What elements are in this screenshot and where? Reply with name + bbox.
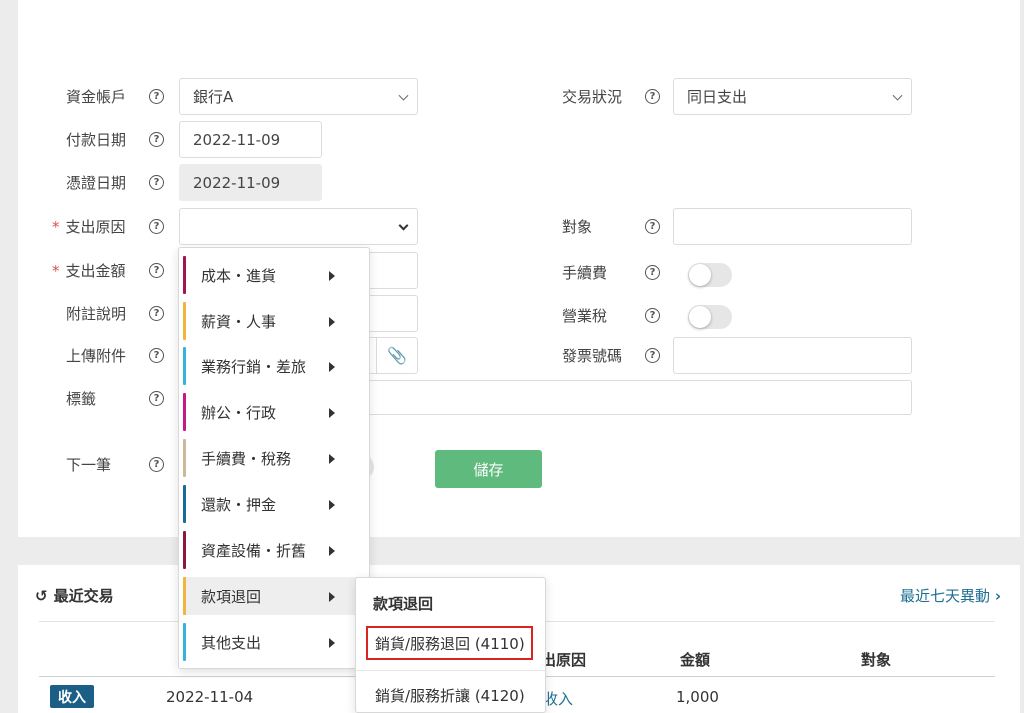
invoice-label: 發票號碼 [562,347,623,365]
pay-date-value: 2022-11-09 [193,130,281,149]
category-color-bar [183,393,186,431]
refund-submenu: 款項退回 銷貨/服務退回 (4110) 銷貨/服務折讓 (4120) [355,577,546,713]
attachment-label: 上傳附件 [66,347,127,365]
tax-label: 營業稅 [562,307,608,325]
column-header-target[interactable]: 對象 [861,649,891,670]
recent-title: ↺ 最近交易 [35,586,114,606]
type-badge: 收入 [50,685,94,708]
pay-date-input[interactable]: 2022-11-09 [179,121,322,158]
required-mark: * [52,218,60,236]
category-color-bar [183,623,186,661]
caret-right-icon [329,592,335,602]
caret-right-icon [329,454,335,464]
submenu-item-sales-allowance[interactable]: 銷貨/服務折讓 (4120) [375,685,525,706]
tags-label: 標籤 [66,390,97,408]
category-color-bar [183,485,186,523]
category-item-active[interactable]: 款項退回 [183,577,367,615]
amount-label: * 支出金額 [52,262,126,280]
category-color-bar [183,347,186,385]
category-item[interactable]: 成本・進貨 [183,256,367,294]
chevron-down-icon [398,90,409,101]
category-color-bar [183,577,186,615]
divider [356,670,545,671]
required-mark: * [52,262,60,280]
caret-right-icon [329,408,335,418]
caret-right-icon [329,271,335,281]
chevron-right-icon: › [994,587,1001,605]
voucher-date-value: 2022-11-09 [193,173,281,192]
chevron-down-icon [892,90,903,101]
tax-toggle[interactable] [688,305,732,329]
voucher-date-input: 2022-11-09 [179,164,322,201]
paperclip-icon[interactable]: 📎 [376,338,417,373]
status-select[interactable]: 同日支出 [673,78,912,115]
caret-right-icon [329,546,335,556]
help-icon[interactable]: ? [149,348,164,363]
caret-right-icon [329,500,335,510]
caret-right-icon [329,317,335,327]
category-item[interactable]: 還款・押金 [183,485,367,523]
account-select[interactable]: 銀行A [179,78,418,115]
fee-toggle[interactable] [688,263,732,287]
category-color-bar [183,302,186,340]
status-label: 交易狀況 [562,88,623,106]
help-icon[interactable]: ? [645,89,660,104]
toggle-knob [689,306,711,328]
save-button[interactable]: 儲存 [435,450,542,488]
history-icon: ↺ [35,586,48,605]
category-item[interactable]: 資產設備・折舊 [183,531,367,569]
note-label: 附註說明 [66,305,127,323]
help-icon[interactable]: ? [645,348,660,363]
submenu-item-sales-return[interactable]: 銷貨/服務退回 (4110) [375,633,525,654]
expense-category-menu: 成本・進貨 薪資・人事 業務行銷・差旅 辦公・行政 手續費・稅務 還款・押金 資… [178,247,370,669]
reason-label: * 支出原因 [52,218,126,236]
column-header-amount[interactable]: 金額 [680,649,710,670]
toggle-knob [689,264,711,286]
category-item[interactable]: 手續費・稅務 [183,439,367,477]
help-icon[interactable]: ? [149,219,164,234]
category-item[interactable]: 薪資・人事 [183,302,367,340]
invoice-input[interactable] [673,337,912,374]
status-select-value: 同日支出 [687,88,748,106]
help-icon[interactable]: ? [149,391,164,406]
fee-label: 手續費 [562,264,608,282]
help-icon[interactable]: ? [645,308,660,323]
account-label: 資金帳戶 [66,88,127,106]
help-icon[interactable]: ? [645,219,660,234]
voucher-date-label: 憑證日期 [66,174,127,192]
category-color-bar [183,256,186,294]
row-amount: 1,000 [676,688,719,706]
help-icon[interactable]: ? [149,457,164,472]
help-icon[interactable]: ? [149,132,164,147]
reason-select[interactable] [179,208,418,245]
help-icon[interactable]: ? [149,89,164,104]
account-select-value: 銀行A [193,88,234,106]
help-icon[interactable]: ? [149,306,164,321]
category-item[interactable]: 辦公・行政 [183,393,367,431]
submenu-title: 款項退回 [373,595,434,613]
caret-right-icon [329,362,335,372]
category-item[interactable]: 其他支出 [183,623,367,661]
recent-seven-days-link[interactable]: 最近七天異動 › [900,585,1001,606]
row-date: 2022-11-04 [166,688,254,706]
next-label: 下一筆 [66,456,112,474]
caret-right-icon [329,638,335,648]
chevron-down-icon [398,220,409,231]
counterparty-label: 對象 [562,218,593,236]
help-icon[interactable]: ? [645,265,660,280]
category-color-bar [183,531,186,569]
counterparty-input[interactable] [673,208,912,245]
help-icon[interactable]: ? [149,175,164,190]
category-color-bar [183,439,186,477]
pay-date-label: 付款日期 [66,131,127,149]
category-item[interactable]: 業務行銷・差旅 [183,347,367,385]
help-icon[interactable]: ? [149,263,164,278]
